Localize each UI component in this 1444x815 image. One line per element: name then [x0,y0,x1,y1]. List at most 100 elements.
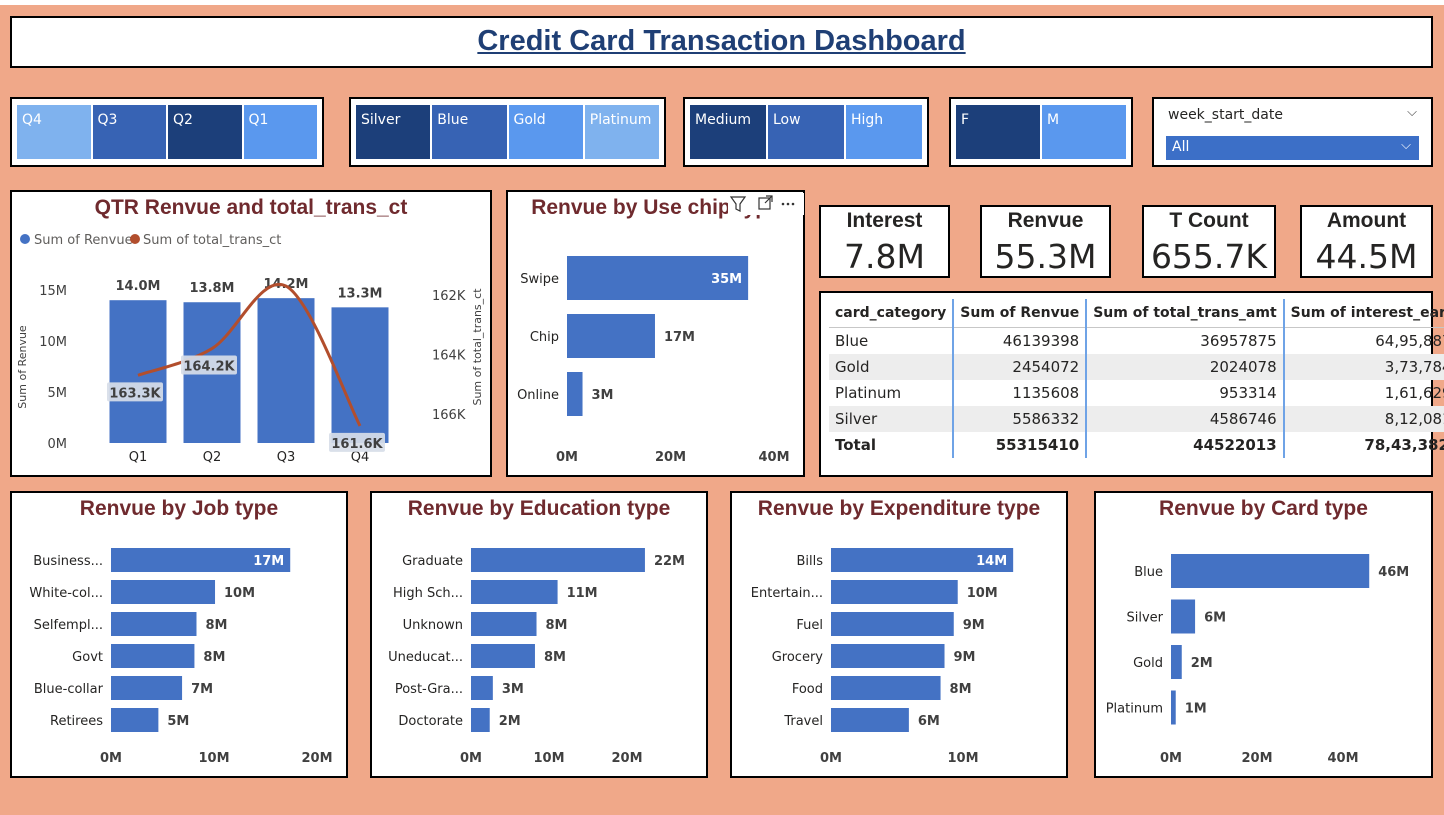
table-cell: 4586746 [1085,406,1284,432]
bar [831,580,958,604]
legend-marker [20,234,30,244]
chevron-down-icon: ⌵ [1401,138,1411,153]
category-label: Swipe [520,272,559,287]
data-label: 8M [203,650,225,665]
x-tick-label: Q3 [277,450,296,465]
slicer-tile-gold[interactable]: Gold [508,105,583,159]
bar [567,314,655,358]
category-label: White-col... [29,586,103,601]
bar [831,612,954,636]
bar [109,300,167,443]
chip-type-chart-card: Renvue by Use chip type Swipe 35M Chip 17M O… [506,190,805,477]
qtr-revenue-chart-card: QTR Renvue and total_trans_ct Sum of Ren… [10,190,492,477]
dashboard-title-card: Credit Card Transaction Dashboard [10,16,1433,68]
chevron-down-icon[interactable]: ⌵ [1407,105,1417,120]
slicer-tile-blue[interactable]: Blue [432,105,507,159]
quarter-slicer-tiles: Q4 Q3 Q2 Q1 [17,105,317,159]
category-label: Chip [530,330,559,345]
category-label: Post-Gra... [395,682,463,697]
data-label: 17M [664,330,695,345]
data-label: 6M [1204,611,1226,626]
y-tick-label: 5M [48,386,68,401]
category-label: Selfempl... [34,618,103,633]
slicer-tile-medium[interactable]: Medium [690,105,766,159]
slicer-tile-q2[interactable]: Q2 [168,105,242,159]
slicer-tile-q4[interactable]: Q4 [17,105,91,159]
table-cell: 3,73,784.16 [1282,354,1444,380]
job-type-chart-card: Renvue by Job type Business... 17M White-c… [10,491,348,778]
slicer-tile-silver[interactable]: Silver [356,105,431,159]
data-label: 17M [253,554,284,569]
y2-axis-label: Sum of total_trans_ct [471,288,484,406]
table-cell: 36957875 [1085,327,1284,354]
x-tick-label: Q4 [351,450,370,465]
table-row: Blue 46139398 36957875 64,95,887.74 [829,327,1444,354]
week-slicer-label: week_start_date [1168,107,1283,123]
gender-slicer-tiles: FM [956,105,1126,159]
category-label: Govt [72,650,103,665]
table-header[interactable]: Sum of interest_earned [1282,299,1444,328]
line-data-label: 161.6K [331,437,383,452]
bar [111,708,159,732]
data-label: 22M [654,554,685,569]
more-options-icon[interactable] [781,202,795,206]
kpi-label: T Count [1169,209,1249,232]
data-label: 10M [967,586,998,601]
category-label: Bills [796,554,823,569]
card-category-table: card_category Sum of Renvue Sum of total… [829,299,1444,458]
x-tick-label: 0M [100,751,122,766]
focus-mode-icon[interactable] [758,195,773,210]
slicer-tile-m[interactable]: M [1042,105,1126,159]
x-tick-label: 20M [655,450,686,465]
kpi-value: 44.5M [1315,237,1418,276]
table-header[interactable]: card_category [829,299,954,328]
x-tick-label: Q1 [129,450,148,465]
category-label: Platinum [1106,702,1163,717]
table-cell: 44522013 [1085,432,1284,458]
bar [831,708,909,732]
week-dropdown[interactable]: All ⌵ [1166,136,1419,160]
bar [1171,690,1176,725]
category-label: Fuel [796,618,823,633]
bar [831,676,941,700]
slicer-tile-low[interactable]: Low [768,105,844,159]
bar [471,644,535,668]
y-tick-label: 10M [39,335,67,350]
data-label: 13.8M [189,281,234,296]
table-total-row: Total 55315410 44522013 78,43,382.23 [829,432,1444,458]
kpi-count-card: T Count 655.7K [1142,205,1276,278]
data-label: 46M [1378,565,1409,580]
table-row: Silver 5586332 4586746 8,12,081.28 [829,406,1444,432]
category-label: Uneducat... [388,650,463,665]
bar [471,708,490,732]
filter-icon[interactable] [729,196,747,212]
data-label: 8M [544,650,566,665]
x-tick-label: 0M [820,751,842,766]
table-header[interactable]: Sum of Renvue [952,299,1087,328]
category-label: Travel [783,714,823,729]
category-label: Entertain... [751,586,823,601]
slicer-tile-platinum[interactable]: Platinum [584,105,659,159]
data-label: 9M [963,618,985,633]
y-tick-label: 0M [48,437,68,452]
kpi-value: 7.8M [844,237,925,276]
table-cell: 1,61,629.05 [1282,380,1444,406]
data-label: 3M [502,682,524,697]
legend-label: Sum of Renvue [34,233,133,248]
bar [471,548,645,572]
kpi-label: Amount [1326,209,1407,232]
data-label: 2M [1191,656,1213,671]
qtr-revenue-chart: Sum of Renvue Sum of total_trans_ct 0M 5M 10… [16,233,484,465]
table-header-row: card_category Sum of Renvue Sum of total… [829,299,1444,328]
category-label: Retirees [50,714,103,729]
slicer-tile-high[interactable]: High [846,105,922,159]
slicer-tile-f[interactable]: F [956,105,1040,159]
card-category-slicer: Silver Blue Gold Platinum [349,97,666,167]
table-cell: 5586332 [952,406,1087,432]
table-cell: Platinum [835,384,902,402]
slicer-tile-q3[interactable]: Q3 [92,105,166,159]
bar [471,580,558,604]
slicer-tile-q1[interactable]: Q1 [243,105,317,159]
table-cell: 953314 [1085,380,1284,406]
table-header[interactable]: Sum of total_trans_amt [1085,299,1284,328]
